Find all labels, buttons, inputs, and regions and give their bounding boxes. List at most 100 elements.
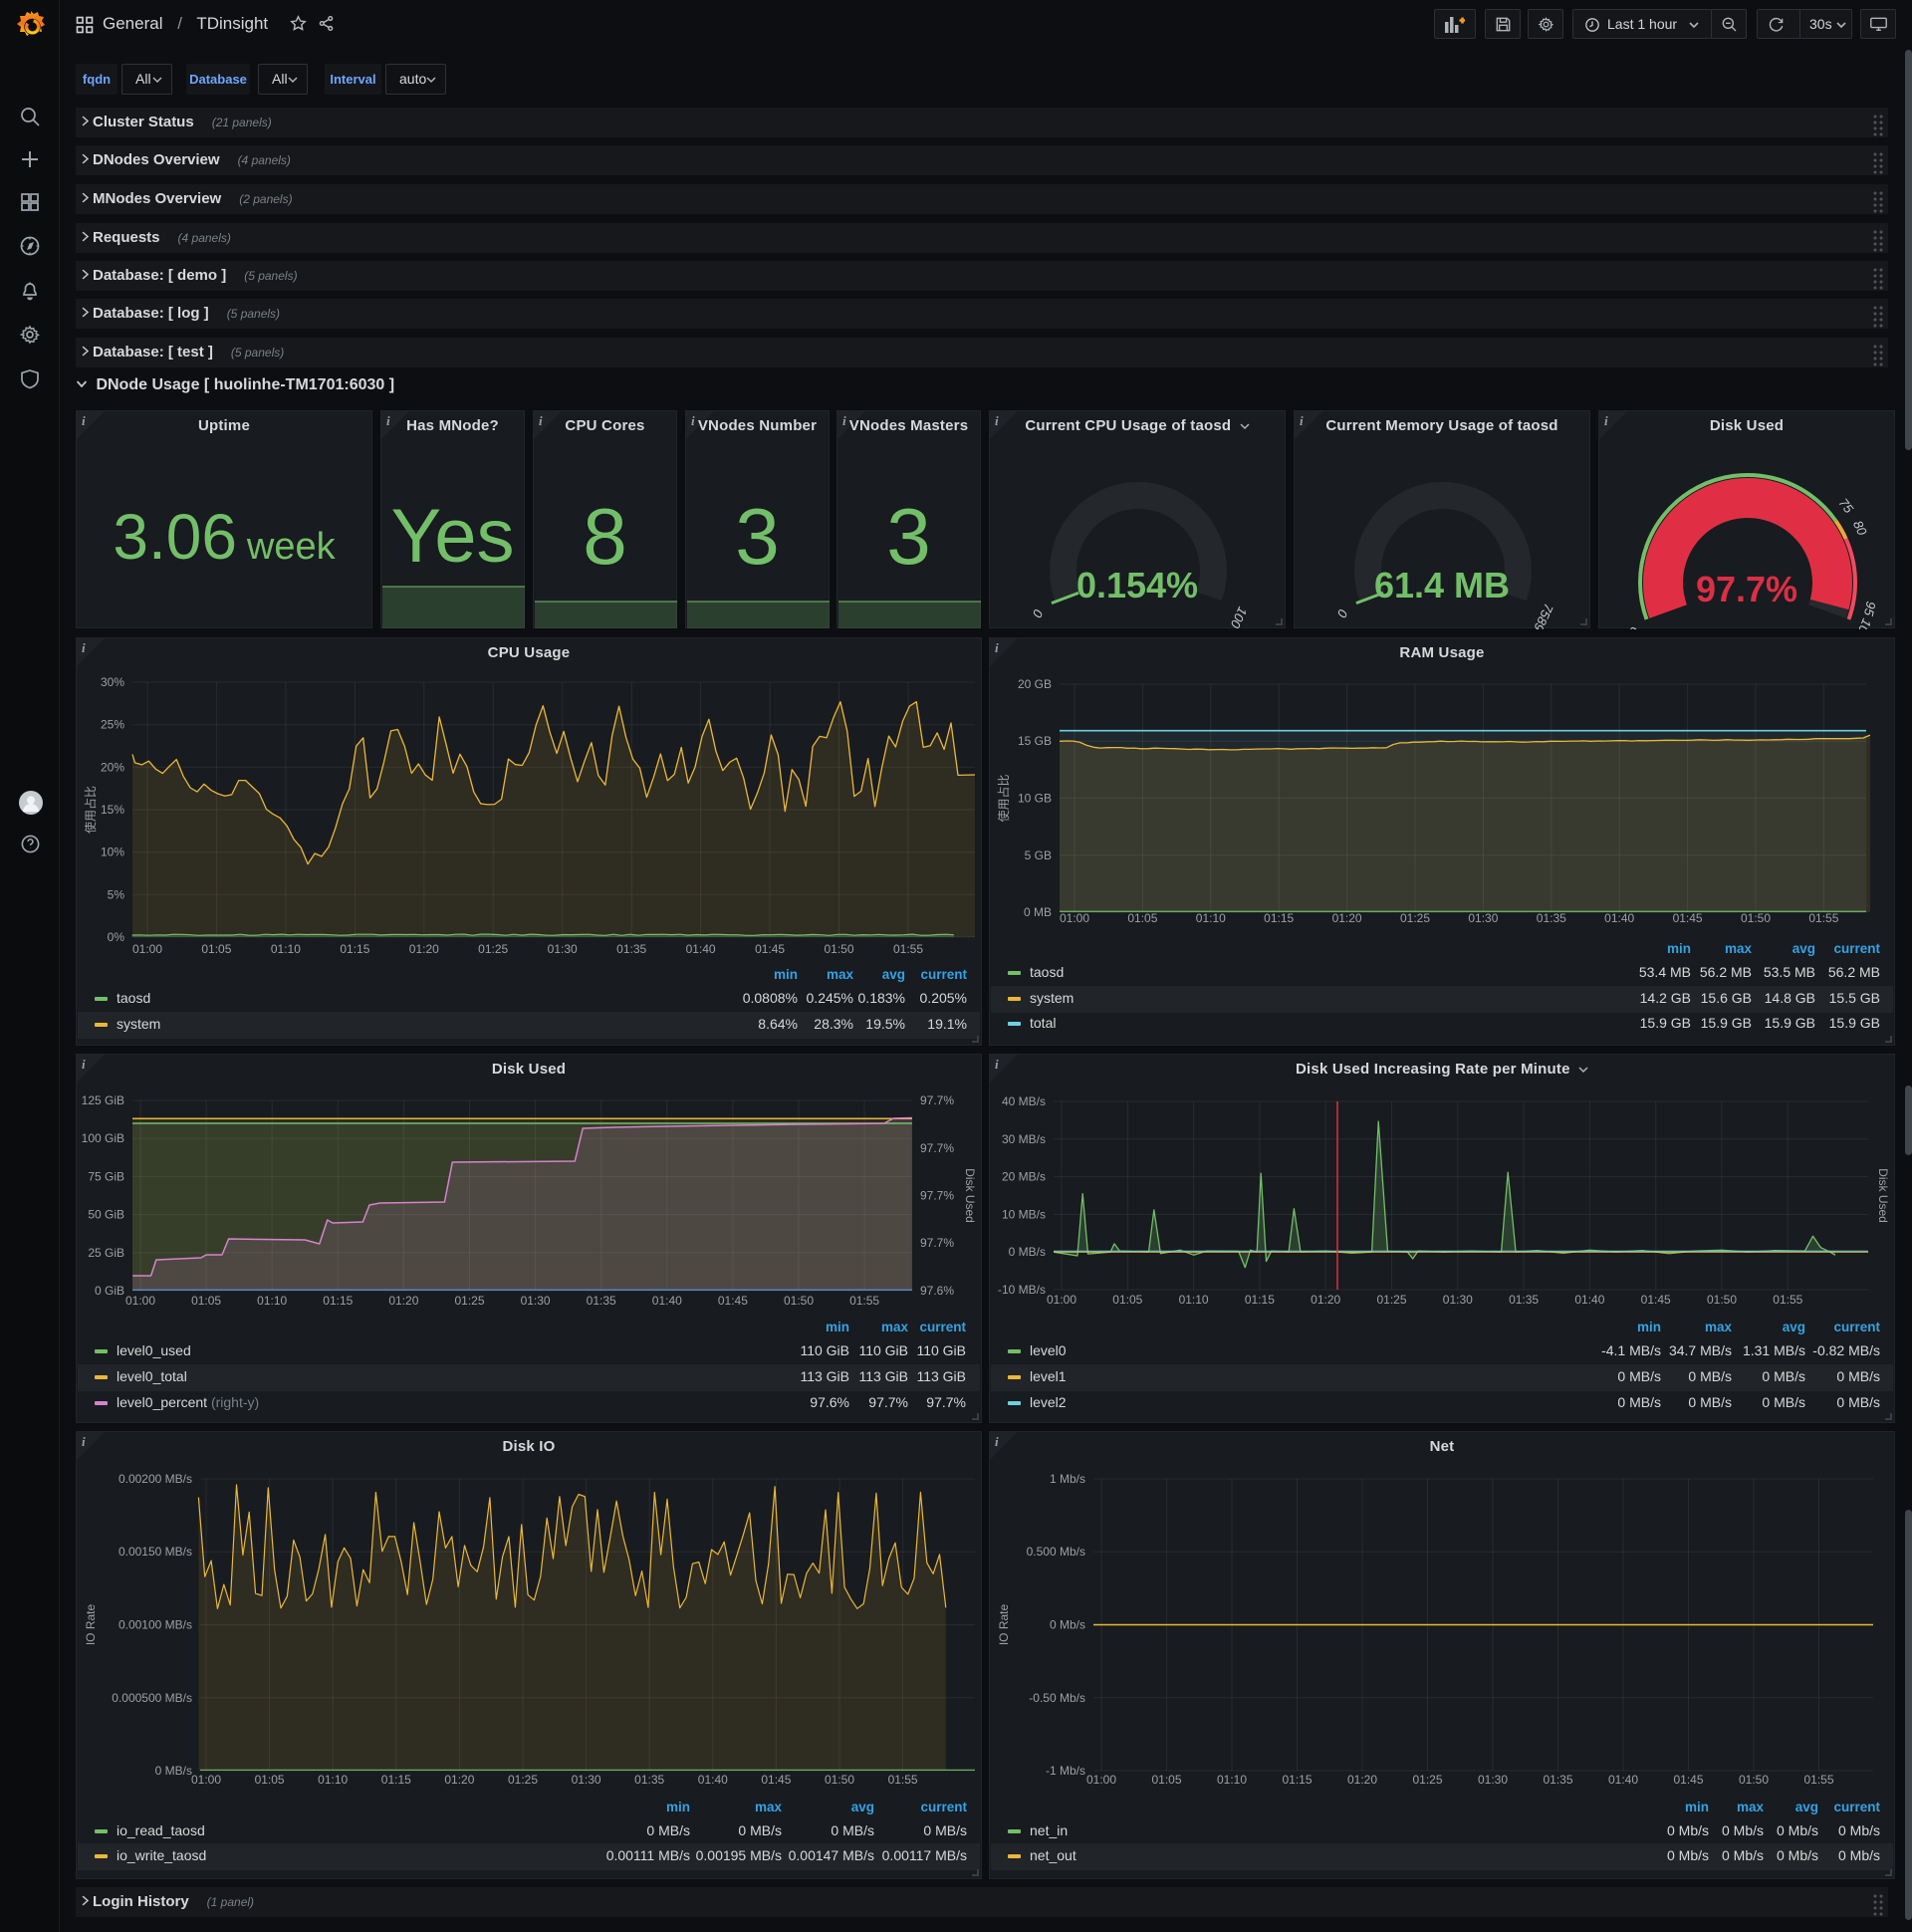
svg-text:100: 100 (1227, 604, 1250, 629)
svg-text:01:30: 01:30 (1468, 911, 1498, 925)
svg-text:5%: 5% (108, 887, 125, 901)
svg-text:0: 0 (1334, 606, 1351, 620)
svg-text:01:20: 01:20 (388, 1294, 418, 1308)
svg-text:01:15: 01:15 (323, 1294, 353, 1308)
svg-text:40 MB/s: 40 MB/s (1002, 1094, 1046, 1108)
svg-text:01:45: 01:45 (1673, 1773, 1703, 1787)
svg-text:01:55: 01:55 (1808, 911, 1838, 925)
svg-text:0 MB: 0 MB (1024, 905, 1052, 919)
svg-text:10 GB: 10 GB (1018, 792, 1052, 806)
svg-text:Disk Used: Disk Used (963, 1168, 977, 1223)
svg-text:01:35: 01:35 (1509, 1293, 1539, 1307)
svg-text:01:15: 01:15 (1245, 1293, 1275, 1307)
svg-text:Disk Used: Disk Used (1876, 1168, 1890, 1223)
svg-text:使用占比: 使用占比 (83, 786, 98, 834)
svg-text:01:05: 01:05 (1112, 1293, 1142, 1307)
svg-text:01:10: 01:10 (271, 942, 301, 956)
svg-text:10%: 10% (101, 845, 124, 859)
svg-text:01:25: 01:25 (1376, 1293, 1406, 1307)
svg-text:97.7%: 97.7% (920, 1141, 954, 1155)
svg-text:01:05: 01:05 (1127, 911, 1157, 925)
svg-text:125 GiB: 125 GiB (82, 1093, 124, 1107)
svg-text:97.6%: 97.6% (920, 1284, 954, 1298)
svg-text:25%: 25% (101, 718, 124, 732)
svg-text:01:20: 01:20 (1332, 911, 1362, 925)
svg-text:75: 75 (1835, 495, 1856, 516)
svg-text:使用占比: 使用占比 (996, 774, 1011, 822)
svg-text:01:20: 01:20 (1311, 1293, 1340, 1307)
svg-text:01:40: 01:40 (1574, 1293, 1604, 1307)
svg-text:0: 0 (1030, 606, 1047, 620)
svg-text:1 Mb/s: 1 Mb/s (1050, 1472, 1085, 1486)
svg-text:01:55: 01:55 (1773, 1293, 1802, 1307)
svg-text:01:00: 01:00 (191, 1773, 221, 1787)
svg-text:25 GiB: 25 GiB (88, 1246, 124, 1260)
svg-text:01:55: 01:55 (849, 1294, 879, 1308)
svg-text:-0.50 Mb/s: -0.50 Mb/s (1029, 1691, 1085, 1705)
svg-text:01:30: 01:30 (521, 1294, 551, 1308)
svg-text:10 MB/s: 10 MB/s (1002, 1207, 1046, 1221)
svg-text:0.00150 MB/s: 0.00150 MB/s (119, 1545, 192, 1559)
svg-text:01:50: 01:50 (1707, 1293, 1737, 1307)
svg-text:97.7%: 97.7% (920, 1093, 954, 1107)
svg-text:01:45: 01:45 (1673, 911, 1703, 925)
svg-text:01:00: 01:00 (1086, 1773, 1116, 1787)
svg-text:01:10: 01:10 (1179, 1293, 1209, 1307)
svg-text:01:05: 01:05 (201, 942, 231, 956)
svg-text:01:50: 01:50 (784, 1294, 814, 1308)
svg-text:01:20: 01:20 (409, 942, 439, 956)
svg-text:01:00: 01:00 (1060, 911, 1089, 925)
svg-text:15%: 15% (101, 803, 124, 817)
svg-text:01:50: 01:50 (825, 1773, 854, 1787)
svg-text:01:55: 01:55 (893, 942, 923, 956)
svg-text:01:35: 01:35 (1537, 911, 1566, 925)
svg-text:01:00: 01:00 (132, 942, 162, 956)
svg-text:01:10: 01:10 (318, 1773, 348, 1787)
svg-text:01:50: 01:50 (1741, 911, 1771, 925)
svg-text:01:20: 01:20 (1347, 1773, 1377, 1787)
svg-text:75 GiB: 75 GiB (88, 1169, 124, 1183)
svg-text:01:25: 01:25 (478, 942, 508, 956)
svg-text:0.500 Mb/s: 0.500 Mb/s (1027, 1545, 1085, 1559)
svg-text:01:10: 01:10 (1217, 1773, 1247, 1787)
svg-text:20 GB: 20 GB (1018, 677, 1052, 691)
svg-text:01:20: 01:20 (444, 1773, 474, 1787)
svg-text:01:40: 01:40 (1604, 911, 1634, 925)
svg-text:IO Rate: IO Rate (997, 1604, 1011, 1646)
svg-text:01:30: 01:30 (1478, 1773, 1508, 1787)
svg-text:20 MB/s: 20 MB/s (1002, 1170, 1046, 1184)
svg-text:01:25: 01:25 (1412, 1773, 1442, 1787)
svg-text:01:10: 01:10 (257, 1294, 287, 1308)
svg-text:01:35: 01:35 (587, 1294, 616, 1308)
svg-text:01:30: 01:30 (548, 942, 578, 956)
svg-text:0 MB/s: 0 MB/s (155, 1764, 192, 1778)
svg-text:01:35: 01:35 (634, 1773, 664, 1787)
svg-text:-10 MB/s: -10 MB/s (998, 1283, 1046, 1297)
svg-text:01:30: 01:30 (1443, 1293, 1473, 1307)
svg-text:0.000500 MB/s: 0.000500 MB/s (112, 1691, 192, 1705)
svg-text:01:15: 01:15 (1264, 911, 1294, 925)
svg-text:01:50: 01:50 (1739, 1773, 1769, 1787)
svg-text:01:40: 01:40 (686, 942, 716, 956)
svg-text:01:15: 01:15 (381, 1773, 411, 1787)
svg-text:01:45: 01:45 (718, 1294, 748, 1308)
svg-text:0.00200 MB/s: 0.00200 MB/s (119, 1472, 192, 1486)
svg-text:01:45: 01:45 (755, 942, 785, 956)
svg-text:01:15: 01:15 (340, 942, 369, 956)
svg-text:0 MB/s: 0 MB/s (1009, 1245, 1046, 1259)
svg-text:01:05: 01:05 (255, 1773, 285, 1787)
svg-text:97.7%: 97.7% (920, 1236, 954, 1250)
svg-text:01:35: 01:35 (1543, 1773, 1572, 1787)
svg-text:30%: 30% (101, 675, 124, 689)
svg-text:01:10: 01:10 (1196, 911, 1226, 925)
svg-text:01:05: 01:05 (1151, 1773, 1181, 1787)
svg-text:01:05: 01:05 (191, 1294, 221, 1308)
svg-text:0 GiB: 0 GiB (95, 1284, 124, 1298)
svg-text:01:15: 01:15 (1282, 1773, 1312, 1787)
svg-text:01:40: 01:40 (1608, 1773, 1638, 1787)
svg-text:01:35: 01:35 (616, 942, 646, 956)
svg-text:97.7%: 97.7% (920, 1189, 954, 1203)
svg-text:01:25: 01:25 (454, 1294, 484, 1308)
svg-text:01:00: 01:00 (125, 1294, 155, 1308)
svg-text:5 GB: 5 GB (1025, 848, 1052, 862)
